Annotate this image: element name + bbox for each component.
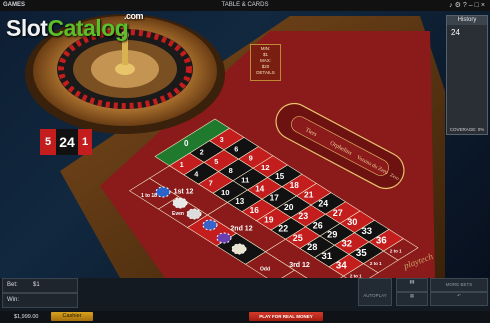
dozen-label: 2nd 12 [230,225,252,232]
number-label: 4 [194,169,198,178]
dozen-label: 3rd 12 [289,262,310,269]
balance: $1,999.00 [14,314,39,320]
max-label: MAX: [259,58,271,63]
number-label: 11 [241,175,250,184]
history-panel: History 24 COVERAGE: 0% [446,15,488,135]
number-label: 8 [229,166,233,175]
win-label: Win: [7,297,19,303]
outside-bet-label: Even [172,211,184,217]
number-label: 13 [235,197,244,206]
settings-icon[interactable]: ⚙ [455,2,463,9]
column-bet-label: 2 to 1 [370,261,382,266]
number-label: 26 [313,220,323,230]
chip[interactable] [216,232,232,244]
outside-bet-label: 1 to 18 [141,193,157,199]
max-value: $20 [261,64,270,69]
number-label: 20 [284,202,294,212]
logo-text-part2: Catalog [47,15,129,41]
bet-field: Bet: $1 [2,278,78,293]
number-label: 29 [327,229,337,239]
game-scene: Tiers Orphelins Voisins du Zero Zero 036… [0,11,490,278]
result-number: 5 [40,129,56,155]
number-label: 27 [333,208,343,218]
system-icons: ♪⚙?–□× [449,0,487,11]
number-label: 19 [264,214,274,224]
number-label: 28 [307,242,317,252]
number-label: 36 [376,235,387,246]
outside-bet-label: Odd [260,266,270,272]
coverage-label: COVERAGE: 0% [449,127,485,132]
bet-value: $1 [33,282,40,288]
number-label: 24 [318,199,328,209]
zero-label: 0 [184,139,189,148]
number-label: 10 [221,188,230,197]
result-number: 1 [78,129,92,155]
chart-icon[interactable]: ▮▮ [396,278,428,292]
number-label: 22 [278,224,288,234]
logo-text-part1: Slot [6,15,48,41]
min-value: $1 [262,52,268,57]
number-label: 33 [361,226,372,237]
logo-suffix: .com [124,11,144,21]
number-label: 32 [341,239,352,250]
chip[interactable] [155,186,171,198]
number-label: 17 [270,194,280,203]
number-label: 34 [336,260,347,271]
more-bets-label: MORE BETS [445,282,473,287]
history-number: 24 [451,28,460,37]
chip[interactable] [172,197,188,209]
cashier-button[interactable]: Cashier [51,312,93,321]
min-label: MIN: [260,46,271,51]
chip[interactable] [202,219,218,231]
number-label: 2 [200,150,204,157]
number-label: 6 [234,144,238,153]
category-title: TABLE & CARDS [221,2,269,8]
number-label: 16 [250,206,260,215]
number-label: 14 [255,184,264,193]
slotcatalog-logo: SlotCatalog .com [6,11,144,42]
layout-icon[interactable]: ▦ [396,292,428,306]
history-title: History [447,16,487,25]
number-label: 21 [304,189,314,199]
number-label: 35 [356,248,367,259]
number-label: 18 [290,181,300,190]
bet-limits-panel[interactable]: MIN: $1 MAX: $20 DETAILS [250,44,281,81]
dozen-label: 1st 12 [174,188,194,195]
number-label: 5 [214,157,218,166]
autoplay-label: AUTOPLAY [363,293,387,298]
number-label: 31 [321,251,332,262]
number-label: 3 [220,137,224,144]
result-number: 24 [56,129,78,155]
real-money-button[interactable]: PLAY FOR REAL MONEY [249,312,323,321]
win-field: Win: [2,293,78,308]
top-bar: GAMES TABLE & CARDS ♪⚙?–□× [0,0,490,11]
chip[interactable] [231,243,247,255]
close-icon[interactable]: × [481,2,487,9]
bet-label: Bet: [7,282,18,288]
more-bets-button[interactable]: MORE BETS [430,278,488,292]
last-results-display: 5 24 1 [40,129,92,155]
number-label: 15 [275,172,284,181]
column-bet-label: 2 to 1 [390,249,402,254]
number-label: 23 [298,211,308,221]
details-button[interactable]: DETAILS [251,70,280,76]
autoplay-button[interactable]: AUTOPLAY [358,278,392,306]
undo-icon[interactable]: ↶ [430,292,488,306]
number-label: 7 [209,179,213,188]
number-label: 1 [180,162,184,169]
number-label: 12 [261,163,270,172]
number-label: 9 [249,154,253,163]
chip[interactable] [186,208,202,220]
number-label: 30 [347,217,357,227]
number-label: 25 [293,233,303,243]
